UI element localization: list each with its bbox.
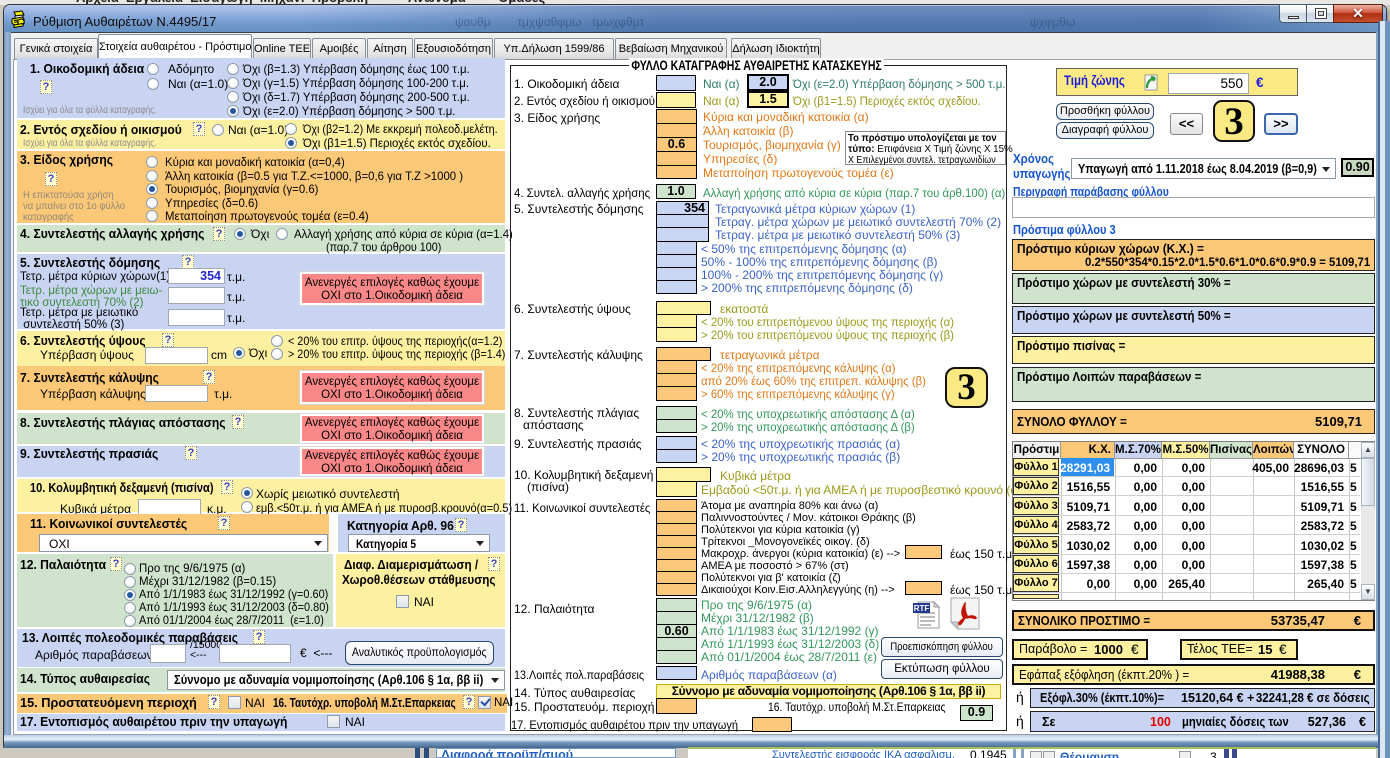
svg-text:RTF: RTF bbox=[914, 604, 930, 613]
